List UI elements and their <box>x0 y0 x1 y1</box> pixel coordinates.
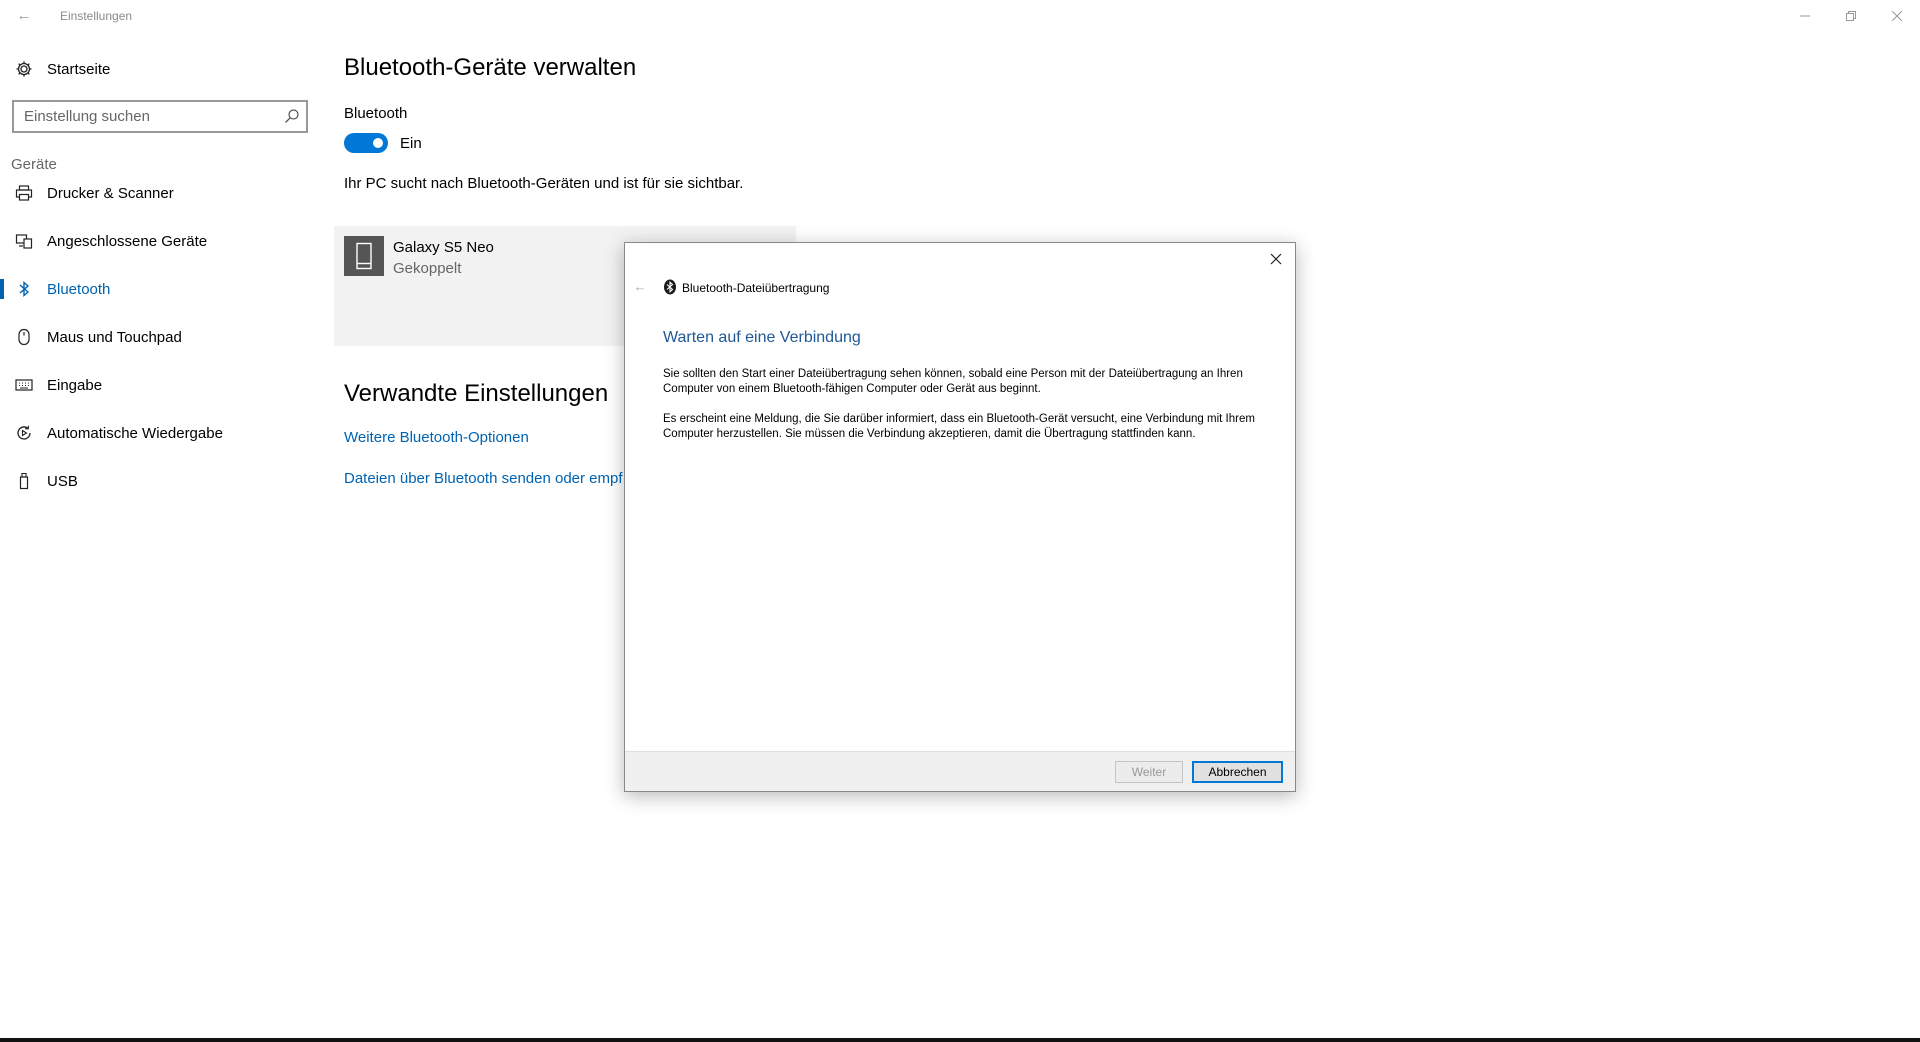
autoplay-icon <box>14 423 34 443</box>
sidebar-item-bluetooth[interactable]: Bluetooth <box>0 271 310 307</box>
mouse-icon <box>14 327 34 347</box>
dialog-close-button[interactable] <box>1263 247 1289 271</box>
bluetooth-label: Bluetooth <box>344 105 408 122</box>
cancel-button[interactable]: Abbrechen <box>1192 761 1283 783</box>
close-icon <box>1892 11 1902 21</box>
next-button[interactable]: Weiter <box>1115 761 1183 783</box>
restore-icon <box>1846 11 1856 21</box>
file-transfer-dialog: ← Bluetooth-Dateiübertragung Warten auf … <box>624 242 1296 792</box>
sidebar-item-printers[interactable]: Drucker & Scanner <box>0 175 310 211</box>
sidebar-item-label: Eingabe <box>47 376 103 394</box>
sidebar-item-label: Angeschlossene Geräte <box>47 232 208 250</box>
sidebar: Startseite Geräte Drucker & Scanner Ange… <box>0 32 320 992</box>
sidebar-item-connected-devices[interactable]: Angeschlossene Geräte <box>0 223 310 259</box>
page-title: Bluetooth-Geräte verwalten <box>344 54 637 81</box>
close-icon <box>1270 253 1282 265</box>
usb-icon <box>14 471 34 491</box>
dialog-paragraph: Sie sollten den Start einer Dateiübertra… <box>663 368 1243 395</box>
sidebar-item-home[interactable]: Startseite <box>0 53 310 85</box>
sidebar-item-label: Maus und Touchpad <box>47 328 182 346</box>
search-box[interactable] <box>12 100 308 133</box>
sidebar-item-autoplay[interactable]: Automatische Wiedergabe <box>0 415 310 451</box>
sidebar-item-label: Drucker & Scanner <box>47 184 174 202</box>
sidebar-item-label: USB <box>47 472 78 490</box>
sidebar-item-mouse[interactable]: Maus und Touchpad <box>0 319 310 355</box>
gear-icon <box>14 59 34 79</box>
search-icon[interactable] <box>284 108 300 124</box>
minimize-icon <box>1800 15 1810 17</box>
minimize-button[interactable] <box>1782 4 1828 28</box>
bluetooth-icon <box>14 279 34 299</box>
discovery-status-text: Ihr PC sucht nach Bluetooth-Geräten und … <box>344 175 744 192</box>
bluetooth-icon <box>663 279 677 295</box>
dialog-paragraph: Es erscheint eine Meldung, die Sie darüb… <box>663 413 1255 440</box>
sidebar-item-input[interactable]: Eingabe <box>0 367 310 403</box>
connected-devices-icon <box>14 231 34 251</box>
settings-window: ← Einstellungen Startseite Geräte <box>0 0 1920 1042</box>
phone-icon <box>344 236 384 276</box>
sidebar-item-usb[interactable]: USB <box>0 463 310 499</box>
search-input[interactable] <box>14 102 274 131</box>
bluetooth-toggle[interactable] <box>344 133 388 153</box>
related-settings-title: Verwandte Einstellungen <box>344 380 609 407</box>
toggle-state-label: Ein <box>400 135 422 152</box>
section-label-devices: Geräte <box>11 156 57 173</box>
send-receive-files-link[interactable]: Dateien über Bluetooth senden oder empf <box>344 470 623 487</box>
back-arrow-icon[interactable]: ← <box>631 279 649 295</box>
active-indicator <box>0 279 4 299</box>
dialog-title: Bluetooth-Dateiübertragung <box>682 281 830 295</box>
keyboard-icon <box>14 375 34 395</box>
restore-button[interactable] <box>1828 4 1874 28</box>
toggle-knob <box>373 138 383 148</box>
more-bluetooth-options-link[interactable]: Weitere Bluetooth-Optionen <box>344 429 529 446</box>
window-title: Einstellungen <box>60 9 133 23</box>
sidebar-item-label: Startseite <box>47 60 111 78</box>
close-button[interactable] <box>1874 4 1920 28</box>
device-status: Gekoppelt <box>393 260 462 277</box>
back-arrow-icon[interactable]: ← <box>14 6 34 26</box>
device-name: Galaxy S5 Neo <box>393 239 494 256</box>
dialog-heading: Warten auf eine Verbindung <box>663 329 861 346</box>
printer-icon <box>14 183 34 203</box>
taskbar-edge <box>0 1038 1920 1042</box>
sidebar-item-label: Automatische Wiedergabe <box>47 424 223 442</box>
dialog-footer: Weiter Abbrechen <box>625 751 1295 791</box>
title-bar: ← Einstellungen <box>0 0 1920 32</box>
sidebar-item-label: Bluetooth <box>47 280 111 298</box>
